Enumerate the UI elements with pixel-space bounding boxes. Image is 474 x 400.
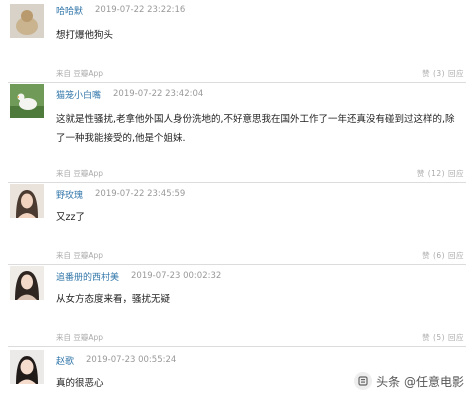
user-avatar[interactable] [10,4,44,38]
divider [8,346,466,347]
watermark-text: 头条 @任意电影 [376,374,464,389]
user-avatar[interactable] [10,184,44,218]
divider [8,264,466,265]
comment-actions[interactable]: 赞 (6) 回应 [422,250,464,261]
comment-source: 来自 豆瓣App [56,68,104,78]
comment-actions[interactable]: 赞 (3) 回应 [422,68,464,79]
comment-source: 来自 豆瓣App [56,250,104,260]
divider [8,182,466,183]
comment-timestamp: 2019-07-22 23:22:16 [95,5,186,15]
comment-text: 又zz了 [56,212,85,223]
toutiao-logo-icon [354,372,373,390]
comment-text: 这就是性骚扰,老拿他外国人身份洗地的,不好意思我在国外工作了一年还真没有碰到过这… [56,114,455,144]
avatar-image [10,4,44,38]
user-avatar[interactable] [10,84,44,118]
comment-username[interactable]: 追番册的西村美 [56,270,119,283]
comment-timestamp: 2019-07-22 23:42:04 [113,89,204,99]
comment-text: 从女方态度来看，骚扰无疑 [56,294,171,305]
avatar-image [10,84,44,118]
comment-text: 想打爆他狗头 [56,30,114,41]
comment-timestamp: 2019-07-22 23:45:59 [95,189,186,199]
comment-username[interactable]: 哈哈默 [56,4,83,17]
comment-actions[interactable]: 赞 (12) 回应 [417,168,464,179]
comment-actions[interactable]: 赞 (5) 回应 [422,332,464,343]
comment-username[interactable]: 猫笼小白嘴 [56,88,101,101]
divider [8,82,466,83]
avatar-image [10,184,44,218]
comment-username[interactable]: 赵歌 [56,354,74,367]
comment-timestamp: 2019-07-23 00:55:24 [86,355,177,365]
watermark: 头条 @任意电影 [354,372,464,390]
comment-username[interactable]: 野玫瑰 [56,188,83,201]
user-avatar[interactable] [10,266,44,300]
avatar-image [10,266,44,300]
comment-timestamp: 2019-07-23 00:02:32 [131,271,222,281]
avatar-image [10,350,44,384]
user-avatar[interactable] [10,350,44,384]
comment-source: 来自 豆瓣App [56,168,104,178]
comment-source: 来自 豆瓣App [56,332,104,342]
